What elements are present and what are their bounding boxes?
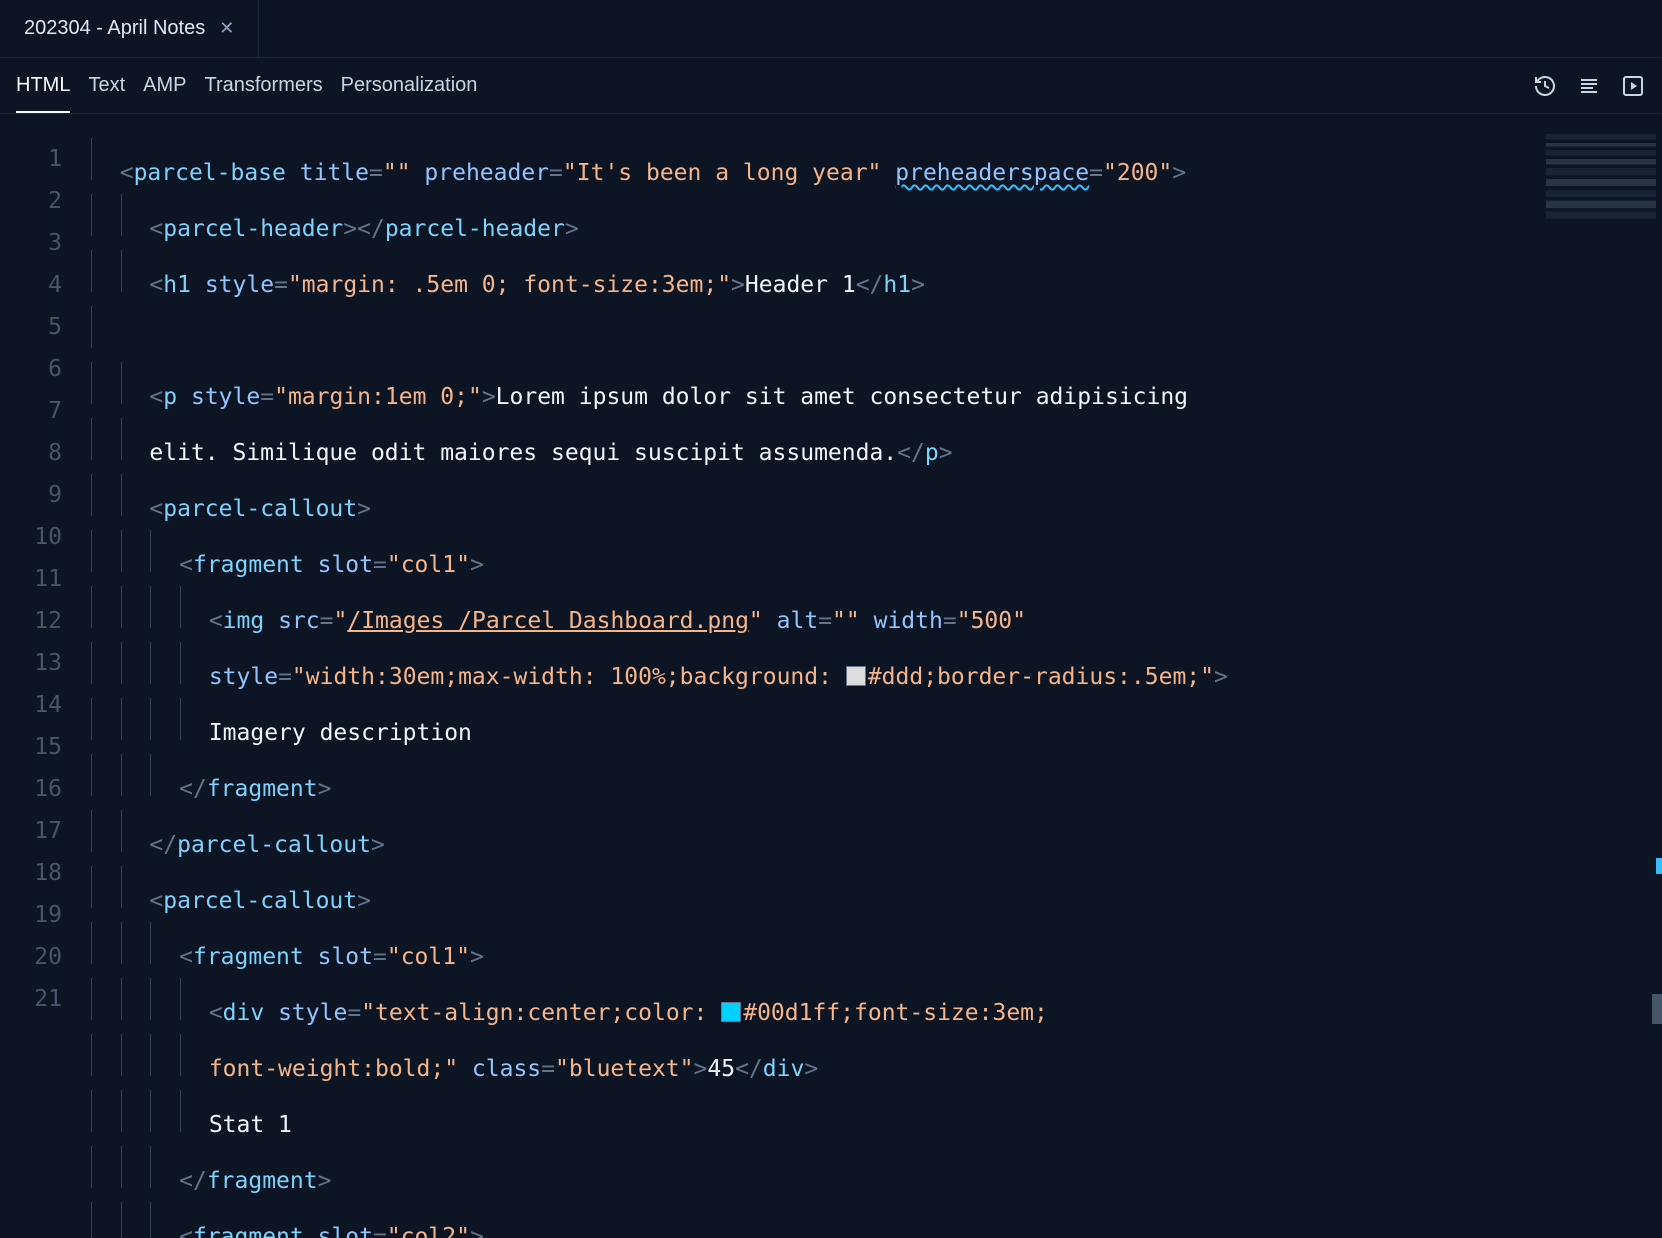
minimap[interactable] [1546, 134, 1656, 224]
editor[interactable]: 123 456 78 91011 121314 1516 1718 192021… [0, 114, 1662, 1238]
tab-title: 202304 - April Notes [24, 17, 205, 40]
tab-html[interactable]: HTML [16, 60, 70, 113]
close-icon[interactable]: ✕ [219, 18, 234, 39]
file-tab[interactable]: 202304 - April Notes ✕ [0, 0, 259, 57]
minimap-cursor [1656, 858, 1662, 874]
tab-amp[interactable]: AMP [143, 60, 186, 111]
history-icon[interactable] [1532, 73, 1558, 99]
line-gutter: 123 456 78 91011 121314 1516 1718 192021 [0, 114, 90, 1238]
minimap-scrollbar[interactable] [1652, 994, 1662, 1024]
run-icon[interactable] [1620, 73, 1646, 99]
view-tabs: HTML Text AMP Transformers Personalizati… [0, 58, 1662, 114]
tab-bar: 202304 - April Notes ✕ [0, 0, 1662, 58]
tab-transformers[interactable]: Transformers [204, 60, 322, 111]
tab-personalization[interactable]: Personalization [341, 60, 478, 111]
code-area[interactable]: <parcel-base title="" preheader="It's be… [90, 114, 1662, 1238]
format-icon[interactable] [1576, 73, 1602, 99]
tab-text[interactable]: Text [88, 60, 125, 111]
